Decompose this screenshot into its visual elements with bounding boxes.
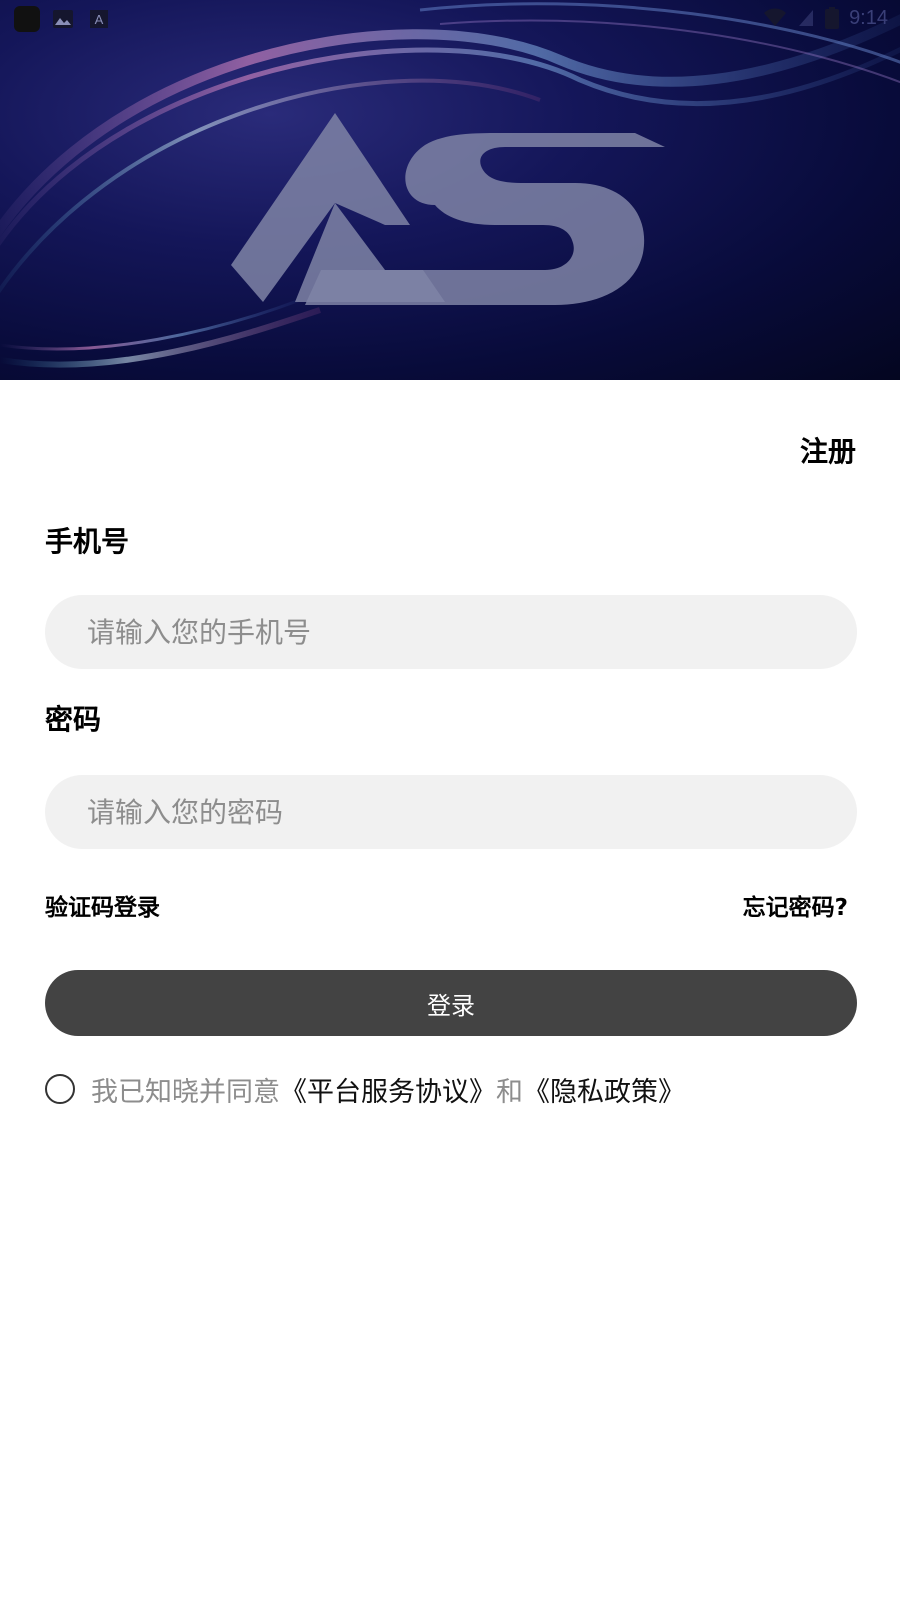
wifi-icon <box>764 8 787 26</box>
register-link[interactable]: 注册 <box>800 430 856 470</box>
agreement-prefix: 我已知晓并同意 <box>91 1076 280 1108</box>
app-notification-icon <box>14 6 40 32</box>
code-login-link[interactable]: 验证码登录 <box>45 888 160 922</box>
gallery-icon <box>53 10 73 28</box>
status-bar-right: 9:14 <box>763 4 888 32</box>
terms-link[interactable]: 《平台服务协议》 <box>280 1077 496 1108</box>
battery-icon <box>825 7 840 29</box>
login-screen: A 9:14 注册 手机号 密码 验证码登录 忘记密码? <box>0 0 900 1600</box>
status-bar: A 9:14 <box>0 0 900 36</box>
agreement-conjunction: 和 <box>496 1076 523 1108</box>
agree-checkbox[interactable] <box>45 1074 75 1104</box>
phone-label: 手机号 <box>45 525 130 558</box>
agreement-text: 我已知晓并同意《平台服务协议》和《隐私政策》 <box>91 1070 685 1109</box>
as-logo <box>231 113 665 305</box>
phone-input[interactable] <box>45 595 857 669</box>
forgot-password-link[interactable]: 忘记密码? <box>743 888 848 922</box>
status-time: 9:14 <box>849 6 888 29</box>
signal-icon <box>799 10 814 26</box>
password-input[interactable] <box>45 775 857 849</box>
password-label: 密码 <box>45 703 102 736</box>
privacy-link[interactable]: 《隐私政策》 <box>523 1077 685 1108</box>
font-icon: A <box>90 10 108 28</box>
svg-text:A: A <box>95 12 104 27</box>
agreement-row: 我已知晓并同意《平台服务协议》和《隐私政策》 <box>45 1070 685 1109</box>
header-banner: A 9:14 <box>0 0 900 380</box>
login-button[interactable]: 登录 <box>45 970 857 1036</box>
